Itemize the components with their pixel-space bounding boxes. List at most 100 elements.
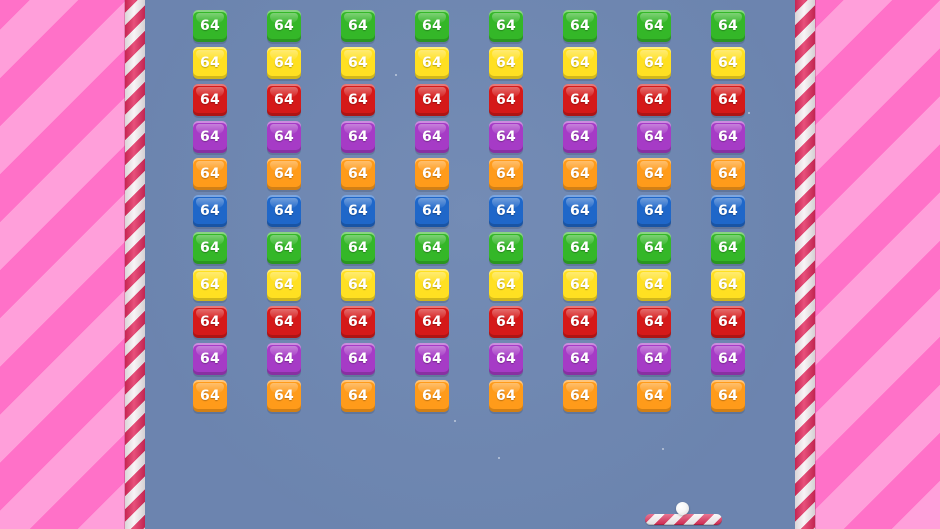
brick-value: 64: [644, 92, 664, 108]
left-candy-background: [0, 0, 126, 529]
brick-value: 64: [570, 351, 590, 367]
brick-value: 64: [274, 240, 294, 256]
brick: 64: [563, 343, 597, 375]
playfield: 64 64 64 64 64 64 64 64 64 64 64 64 64 64 64 64 64 64 64 64…: [145, 0, 795, 529]
brick-value: 64: [718, 388, 738, 404]
brick: 64: [563, 121, 597, 153]
right-candy-background: [815, 0, 940, 529]
brick-value: 64: [200, 129, 220, 145]
brick: 64: [563, 380, 597, 412]
brick: 64: [711, 47, 745, 79]
brick: 64: [267, 121, 301, 153]
brick: 64: [711, 10, 745, 42]
brick-value: 64: [496, 92, 516, 108]
brick: 64: [267, 380, 301, 412]
brick-value: 64: [570, 55, 590, 71]
brick: 64: [193, 158, 227, 190]
brick-value: 64: [200, 203, 220, 219]
brick-value: 64: [496, 277, 516, 293]
brick: 64: [341, 380, 375, 412]
brick: 64: [711, 158, 745, 190]
sparkle-icon: [498, 457, 500, 459]
brick-value: 64: [718, 166, 738, 182]
brick: 64: [637, 158, 671, 190]
brick: 64: [267, 84, 301, 116]
brick-value: 64: [718, 351, 738, 367]
brick: 64: [415, 232, 449, 264]
brick-value: 64: [644, 388, 664, 404]
brick: 64: [489, 47, 523, 79]
brick-value: 64: [422, 277, 442, 293]
brick-value: 64: [718, 277, 738, 293]
brick: 64: [341, 232, 375, 264]
brick: 64: [193, 232, 227, 264]
brick-value: 64: [644, 277, 664, 293]
brick: 64: [415, 306, 449, 338]
brick: 64: [193, 121, 227, 153]
brick-value: 64: [274, 166, 294, 182]
brick: 64: [341, 10, 375, 42]
brick: 64: [193, 10, 227, 42]
brick: 64: [267, 10, 301, 42]
brick-value: 64: [718, 129, 738, 145]
brick-value: 64: [644, 55, 664, 71]
brick: 64: [267, 195, 301, 227]
brick: 64: [489, 306, 523, 338]
brick: 64: [489, 195, 523, 227]
brick-value: 64: [348, 18, 368, 34]
brick-value: 64: [200, 92, 220, 108]
brick: 64: [267, 158, 301, 190]
brick: 64: [489, 10, 523, 42]
brick-value: 64: [718, 55, 738, 71]
brick-value: 64: [496, 166, 516, 182]
brick: 64: [637, 306, 671, 338]
brick: 64: [267, 232, 301, 264]
brick-value: 64: [348, 129, 368, 145]
brick-value: 64: [274, 92, 294, 108]
brick: 64: [341, 195, 375, 227]
brick-value: 64: [570, 18, 590, 34]
brick-value: 64: [644, 18, 664, 34]
brick: 64: [267, 343, 301, 375]
brick-value: 64: [570, 388, 590, 404]
candy-cane-paddle[interactable]: [645, 514, 722, 525]
brick-value: 64: [422, 55, 442, 71]
brick-value: 64: [274, 55, 294, 71]
brick: 64: [415, 269, 449, 301]
brick: 64: [193, 343, 227, 375]
brick: 64: [489, 343, 523, 375]
brick: 64: [267, 47, 301, 79]
brick-value: 64: [496, 388, 516, 404]
brick: 64: [193, 380, 227, 412]
brick: 64: [415, 84, 449, 116]
brick-value: 64: [348, 166, 368, 182]
brick-value: 64: [570, 240, 590, 256]
brick-value: 64: [422, 129, 442, 145]
brick-value: 64: [496, 129, 516, 145]
brick: 64: [193, 195, 227, 227]
brick: 64: [341, 269, 375, 301]
brick-value: 64: [200, 55, 220, 71]
brick-value: 64: [644, 240, 664, 256]
brick: 64: [415, 10, 449, 42]
brick: 64: [267, 306, 301, 338]
brick-value: 64: [644, 166, 664, 182]
brick-value: 64: [274, 388, 294, 404]
brick: 64: [637, 232, 671, 264]
brick: 64: [563, 47, 597, 79]
brick: 64: [415, 343, 449, 375]
brick: 64: [637, 121, 671, 153]
brick-value: 64: [348, 240, 368, 256]
brick: 64: [637, 10, 671, 42]
brick-value: 64: [496, 314, 516, 330]
brick-value: 64: [718, 314, 738, 330]
left-candy-cane-wall: [125, 0, 145, 529]
brick-value: 64: [348, 314, 368, 330]
brick-value: 64: [274, 314, 294, 330]
brick: 64: [341, 343, 375, 375]
brick-value: 64: [422, 18, 442, 34]
sparkle-icon: [662, 448, 664, 450]
brick: 64: [637, 343, 671, 375]
brick: 64: [341, 121, 375, 153]
brick-value: 64: [348, 55, 368, 71]
